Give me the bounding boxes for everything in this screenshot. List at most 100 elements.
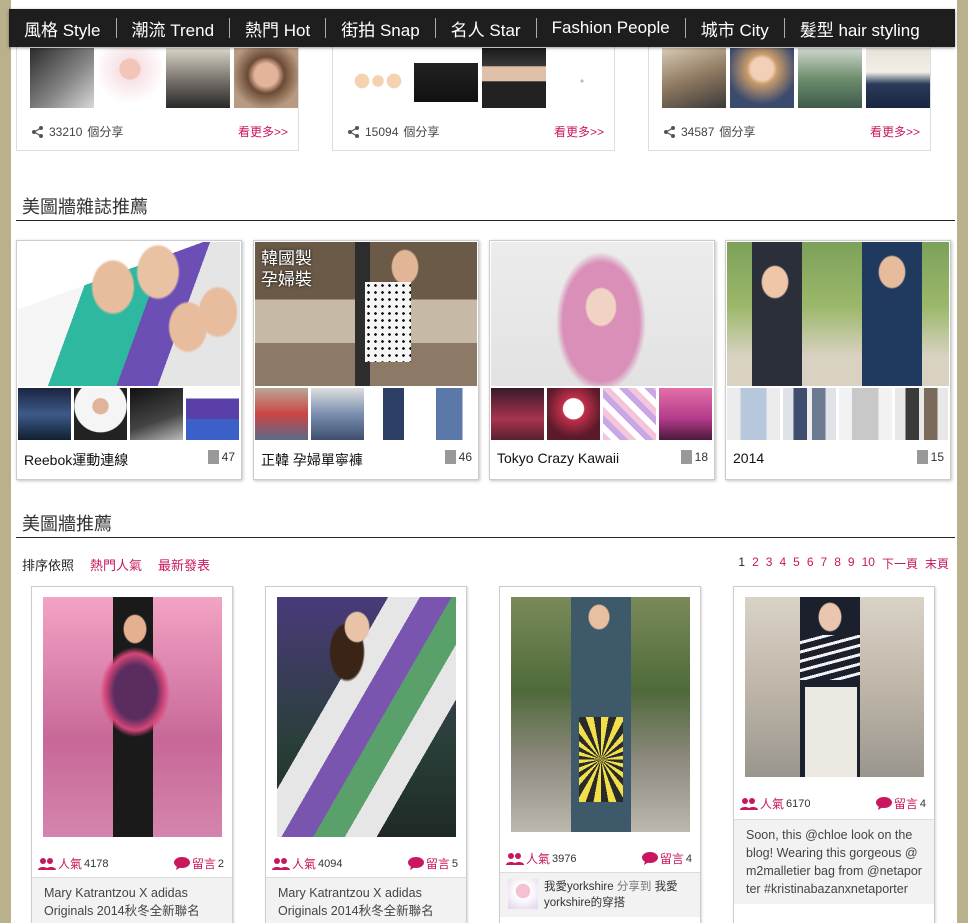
page-link[interactable]: 3 (766, 555, 773, 572)
magazine-card[interactable]: 韓國製 孕婦裝 正韓 孕婦單寧褲 46 (253, 240, 479, 480)
comments[interactable]: 留言 5 (407, 855, 458, 872)
nav-style[interactable]: 風格 Style (9, 16, 116, 41)
magazine-card[interactable]: Reebok運動連線 47 (16, 240, 242, 480)
nav-star[interactable]: 名人 Star (436, 16, 536, 41)
nav-trend[interactable]: 潮流 Trend (117, 16, 230, 41)
post-photo[interactable] (511, 597, 690, 832)
thumb-image[interactable] (98, 48, 162, 108)
share-number: 33210 (49, 124, 83, 139)
share-label: 個分享 (403, 125, 440, 139)
post-stats: 人氣 4178 留言 2 (38, 855, 224, 872)
nav-city[interactable]: 城市 City (686, 16, 784, 41)
share-label: 個分享 (719, 125, 756, 139)
magazine-thumb[interactable] (186, 388, 239, 440)
page: 33210 個分享 看更多>> 15094 個分享 看更多>> 34587 個分… (11, 0, 957, 923)
share-icon (32, 125, 43, 138)
thumb-image[interactable] (166, 48, 230, 108)
magazine-count: 18 (680, 450, 708, 464)
magazine-title[interactable]: 正韓 孕婦單寧褲 (261, 450, 363, 470)
magazine-card[interactable]: 2014 15 (725, 240, 951, 480)
thumb-image[interactable] (346, 48, 410, 108)
page-link[interactable]: 4 (779, 555, 786, 572)
magazine-cover-image[interactable] (491, 242, 713, 386)
see-more-link[interactable]: 看更多>> (870, 123, 920, 140)
popularity-label: 人氣 (292, 857, 317, 871)
magazine-cover-image[interactable] (18, 242, 240, 386)
page-link[interactable]: 9 (848, 555, 855, 572)
magazine-card[interactable]: Tokyo Crazy Kawaii 18 (489, 240, 715, 480)
user-avatar[interactable] (508, 879, 538, 909)
magazine-thumb[interactable] (491, 388, 544, 440)
magazine-thumb[interactable] (603, 388, 656, 440)
sort-option-popular[interactable]: 熱門人氣 (90, 555, 142, 574)
magazine-thumb[interactable] (367, 388, 420, 440)
see-more-link[interactable]: 看更多>> (554, 123, 604, 140)
nav-hair-styling[interactable]: 髮型 hair styling (785, 16, 935, 41)
post-card[interactable]: 人氣 4178 留言 2 Mary Katrantzou X adidas Orig… (31, 586, 233, 923)
thumb-image[interactable] (730, 48, 794, 108)
last-page-link[interactable]: 末頁 (925, 555, 949, 572)
post-card[interactable]: 人氣 3976 留言 4 我愛yorkshire 分享到 我愛yorkshire的穿… (499, 586, 701, 923)
share-count: 34587 個分享 (663, 123, 755, 140)
comments[interactable]: 留言 4 (875, 795, 926, 812)
magazine-thumb[interactable] (130, 388, 183, 440)
magazine-thumb[interactable] (547, 388, 600, 440)
share-number: 15094 (365, 124, 399, 139)
next-page-link[interactable]: 下一頁 (882, 555, 918, 572)
page-link[interactable]: 8 (834, 555, 841, 572)
page-link[interactable]: 5 (793, 555, 800, 572)
magazine-title[interactable]: 2014 (733, 450, 764, 466)
post-photo[interactable] (43, 597, 222, 837)
comments[interactable]: 留言 2 (173, 855, 224, 872)
magazine-thumb[interactable] (783, 388, 836, 440)
photo-count-icon (444, 450, 456, 464)
share-verb: 分享到 (616, 881, 652, 893)
magazine-thumb[interactable] (255, 388, 308, 440)
section-title: 美圖牆雜誌推薦 (22, 197, 148, 217)
post-photo[interactable] (745, 597, 924, 777)
thumb-image[interactable] (482, 48, 546, 108)
magazine-thumb[interactable] (74, 388, 127, 440)
sort-option-latest[interactable]: 最新發表 (158, 555, 210, 574)
thumb-image[interactable] (550, 48, 614, 108)
page-link[interactable]: 2 (752, 555, 759, 572)
thumb-image[interactable] (662, 48, 726, 108)
thumb-image[interactable] (234, 48, 298, 108)
comments[interactable]: 留言 4 (641, 850, 692, 867)
magazine-thumb[interactable] (18, 388, 71, 440)
magazine-thumb[interactable] (423, 388, 476, 440)
count-value: 15 (930, 450, 944, 464)
thumb-image[interactable] (414, 48, 478, 108)
magazine-thumb[interactable] (659, 388, 712, 440)
magazine-cover-image[interactable] (727, 242, 949, 386)
share-user[interactable]: 我愛yorkshire (544, 881, 614, 893)
people-icon (506, 852, 524, 865)
photo-count-icon (680, 450, 692, 464)
magazine-cover-image[interactable]: 韓國製 孕婦裝 (255, 242, 477, 386)
magazine-thumb[interactable] (839, 388, 892, 440)
post-photo[interactable] (277, 597, 456, 837)
pagination: 1 2 3 4 5 6 7 8 9 10 下一頁 末頁 (738, 555, 949, 572)
photo-count-icon (207, 450, 219, 464)
thumb-image[interactable] (866, 48, 930, 108)
nav-fashion-people[interactable]: Fashion People (537, 18, 685, 38)
thumb-image[interactable] (798, 48, 862, 108)
nav-hot[interactable]: 熱門 Hot (230, 16, 325, 41)
thumb-image[interactable] (30, 48, 94, 108)
striped-top (800, 635, 860, 680)
magazine-thumb[interactable] (311, 388, 364, 440)
post-card[interactable]: 人氣 4094 留言 5 Mary Katrantzou X adidas Orig… (265, 586, 467, 923)
see-more-link[interactable]: 看更多>> (238, 123, 288, 140)
nav-snap[interactable]: 街拍 Snap (326, 16, 434, 41)
magazine-count: 15 (916, 450, 944, 464)
page-link[interactable]: 10 (862, 555, 875, 572)
magazine-title[interactable]: Tokyo Crazy Kawaii (497, 450, 619, 466)
share-count: 33210 個分享 (31, 123, 123, 140)
page-link[interactable]: 6 (807, 555, 814, 572)
post-card[interactable]: 人氣 6170 留言 4 Soon, this @chloe look on the… (733, 586, 935, 923)
comment-count: 4 (919, 797, 926, 810)
page-link[interactable]: 7 (821, 555, 828, 572)
magazine-title[interactable]: Reebok運動連線 (24, 450, 128, 470)
magazine-thumb[interactable] (727, 388, 780, 440)
magazine-thumb[interactable] (895, 388, 948, 440)
